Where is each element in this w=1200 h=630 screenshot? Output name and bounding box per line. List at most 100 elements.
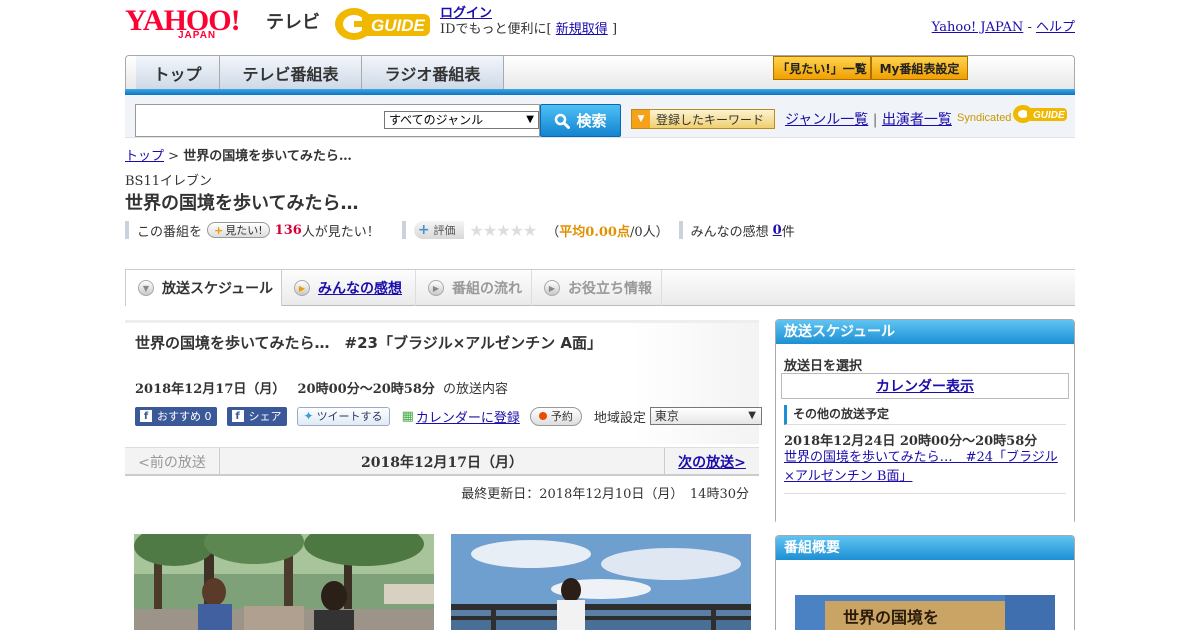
genre-list-link[interactable]: ジャンル一覧 bbox=[785, 112, 868, 128]
plus-icon: + bbox=[214, 223, 224, 237]
episode-photo bbox=[451, 534, 751, 630]
sidebar-select-date: 放送日を選択 bbox=[784, 359, 863, 374]
breadcrumb-current: 世界の国境を歩いてみたら… bbox=[183, 149, 352, 164]
tab-schedule-label: 放送スケジュール bbox=[162, 281, 274, 297]
region-select-value: 東京 bbox=[654, 409, 679, 423]
breadcrumb: トップ > 世界の国境を歩いてみたら… bbox=[125, 145, 352, 164]
episode-photo bbox=[134, 534, 434, 630]
dropdown-arrow-icon: ▼ bbox=[748, 410, 756, 421]
breadcrumb-separator: > bbox=[168, 149, 180, 164]
record-dot-icon bbox=[538, 412, 547, 420]
facebook-recommend-label: おすすめ 0 bbox=[157, 410, 212, 423]
review-label: みんなの感想 bbox=[690, 224, 769, 240]
login-link[interactable]: ログイン bbox=[440, 6, 492, 21]
registered-keyword-label: 登録したキーワード bbox=[656, 112, 765, 127]
episode-time-suffix: の放送内容 bbox=[443, 382, 509, 397]
evaluate-button-label: 評価 bbox=[433, 224, 456, 237]
mitai-suffix: 人が見たい！ bbox=[301, 224, 380, 240]
sidebar-next-episode-link[interactable]: 世界の国境を歩いてみたら… #24「ブラジル×アルゼンチン B面」 bbox=[784, 448, 1064, 486]
stats-divider bbox=[678, 221, 683, 239]
sidebar-schedule-title: 放送スケジュール bbox=[776, 320, 1074, 344]
main-navbar: トップ テレビ番組表 ラジオ番組表 「見たい!」一覧 My番組表設定 bbox=[125, 55, 1075, 89]
facebook-share-button[interactable]: f シェア bbox=[226, 406, 287, 426]
episode-title: 世界の国境を歩いてみたら… #23「ブラジル×アルゼンチン A面」 bbox=[135, 334, 602, 352]
next-broadcast-link[interactable]: 次の放送> bbox=[664, 448, 759, 475]
share-row: f おすすめ 0 f シェア ✦ ツイートする ▦ カレンダーに登録 予約 地域… bbox=[135, 406, 762, 426]
avg-count: /0人 bbox=[629, 224, 656, 240]
breadcrumb-top-link[interactable]: トップ bbox=[125, 149, 164, 164]
tab-flow[interactable]: ▶ 番組の流れ bbox=[416, 270, 532, 306]
registered-keyword-button[interactable]: ▼ 登録したキーワード bbox=[631, 109, 775, 129]
search-button-label: 検索 bbox=[576, 112, 607, 130]
mitai-button-label: 見たい! bbox=[225, 224, 263, 237]
review-count-link[interactable]: 0 bbox=[773, 223, 782, 238]
sidebar-divider bbox=[784, 493, 1066, 494]
gguide-logo-icon: GUIDE bbox=[335, 8, 430, 40]
twitter-bird-icon: ✦ bbox=[303, 409, 314, 423]
tab-arrow-icon: ▼ bbox=[138, 280, 154, 296]
page-title: 世界の国境を歩いてみたら… bbox=[125, 193, 359, 214]
yahoo-logo-japan: JAPAN bbox=[178, 30, 217, 41]
avg-close: ） bbox=[655, 224, 669, 240]
my-schedule-button[interactable]: My番組表設定 bbox=[871, 56, 968, 80]
episode-photo-image bbox=[451, 534, 751, 630]
tab-play-icon: ▶ bbox=[428, 280, 444, 296]
tab-play-icon: ▶ bbox=[294, 280, 310, 296]
stats-divider bbox=[401, 221, 406, 239]
gguide-logo[interactable]: GUIDE bbox=[334, 6, 434, 42]
calendar-register-link[interactable]: カレンダーに登録 bbox=[416, 407, 520, 426]
gguide-logo-text: GUIDE bbox=[371, 16, 426, 35]
help-link[interactable]: ヘルプ bbox=[1036, 20, 1075, 35]
mitai-button[interactable]: + 見たい! bbox=[207, 222, 270, 238]
tab-reviews-label: みんなの感想 bbox=[318, 281, 402, 297]
sidebar-next-time: 2018年12月24日 20時00分～20時58分 bbox=[784, 434, 1038, 449]
tab-reviews[interactable]: ▶ みんなの感想 bbox=[282, 270, 416, 306]
tv-logo-text: テレビ bbox=[266, 12, 320, 33]
episode-photo-image bbox=[134, 534, 434, 630]
region-label: 地域設定 bbox=[593, 410, 646, 426]
calendar-add-icon: ▦ bbox=[401, 408, 414, 424]
search-button[interactable]: 検索 bbox=[540, 104, 621, 137]
yahoo-japan-link[interactable]: Yahoo! JAPAN bbox=[932, 20, 1024, 35]
mitai-list-button[interactable]: 「見たい!」一覧 bbox=[773, 56, 871, 80]
content-tabs: ▼ 放送スケジュール ▶ みんなの感想 ▶ 番組の流れ ▶ お役立ち情報 bbox=[125, 269, 1075, 306]
performers-link[interactable]: 出演者一覧 bbox=[882, 112, 952, 128]
facebook-recommend-button[interactable]: f おすすめ 0 bbox=[135, 406, 217, 426]
episode-time: 2018年12月17日（月） 20時00分～20時58分 の放送内容 bbox=[135, 378, 508, 397]
reserve-button[interactable]: 予約 bbox=[529, 406, 582, 426]
dropdown-arrow-icon: ▼ bbox=[526, 114, 534, 125]
link-divider: | bbox=[872, 112, 878, 128]
genre-select-value: すべてのジャンル bbox=[389, 113, 484, 127]
tweet-button[interactable]: ✦ ツイートする bbox=[296, 406, 390, 426]
region-select[interactable]: 東京 ▼ bbox=[649, 407, 762, 425]
tab-info[interactable]: ▶ お役立ち情報 bbox=[532, 270, 662, 306]
login-suffix: ] bbox=[611, 22, 618, 37]
search-icon bbox=[555, 113, 571, 129]
mitai-count: 136 bbox=[274, 222, 302, 238]
evaluate-button[interactable]: + 評価 bbox=[413, 221, 464, 239]
stats-divider bbox=[125, 221, 129, 239]
facebook-icon: f bbox=[140, 410, 152, 422]
syndicated-label: Syndicated bbox=[957, 112, 1012, 124]
nav-tab-top[interactable]: トップ bbox=[136, 56, 220, 89]
plus-icon: + bbox=[417, 222, 430, 238]
triangle-down-icon: ▼ bbox=[632, 110, 650, 128]
program-thumbnail-image: 世界の国境を bbox=[795, 595, 1055, 630]
program-thumbnail: 世界の国境を bbox=[795, 595, 1055, 630]
pager-current-date: 2018年12月17日（月） bbox=[361, 454, 523, 471]
signup-link[interactable]: 新規取得 bbox=[556, 22, 608, 37]
login-prefix: IDでもっと便利に[ bbox=[440, 22, 552, 37]
tab-flow-label: 番組の流れ bbox=[452, 281, 522, 297]
tab-schedule[interactable]: ▼ 放送スケジュール bbox=[125, 270, 282, 306]
mitai-prefix: この番組を bbox=[137, 224, 203, 240]
program-thumbnail-text: 世界の国境を bbox=[843, 608, 939, 627]
avg-open: （ bbox=[546, 224, 560, 240]
tab-play-icon: ▶ bbox=[544, 280, 560, 296]
nav-tab-radio-schedule[interactable]: ラジオ番組表 bbox=[362, 56, 504, 89]
genre-select[interactable]: すべてのジャンル ▼ bbox=[384, 111, 539, 129]
nav-tab-tv-schedule[interactable]: テレビ番組表 bbox=[220, 56, 362, 89]
broadcast-pager: <前の放送 2018年12月17日（月） 次の放送> bbox=[125, 447, 759, 476]
sidebar-overview-box: 番組概要 世界の国境を bbox=[775, 535, 1075, 630]
calendar-display-link[interactable]: カレンダー表示 bbox=[781, 373, 1069, 399]
episode-date: 2018年12月17日（月） bbox=[135, 382, 286, 397]
